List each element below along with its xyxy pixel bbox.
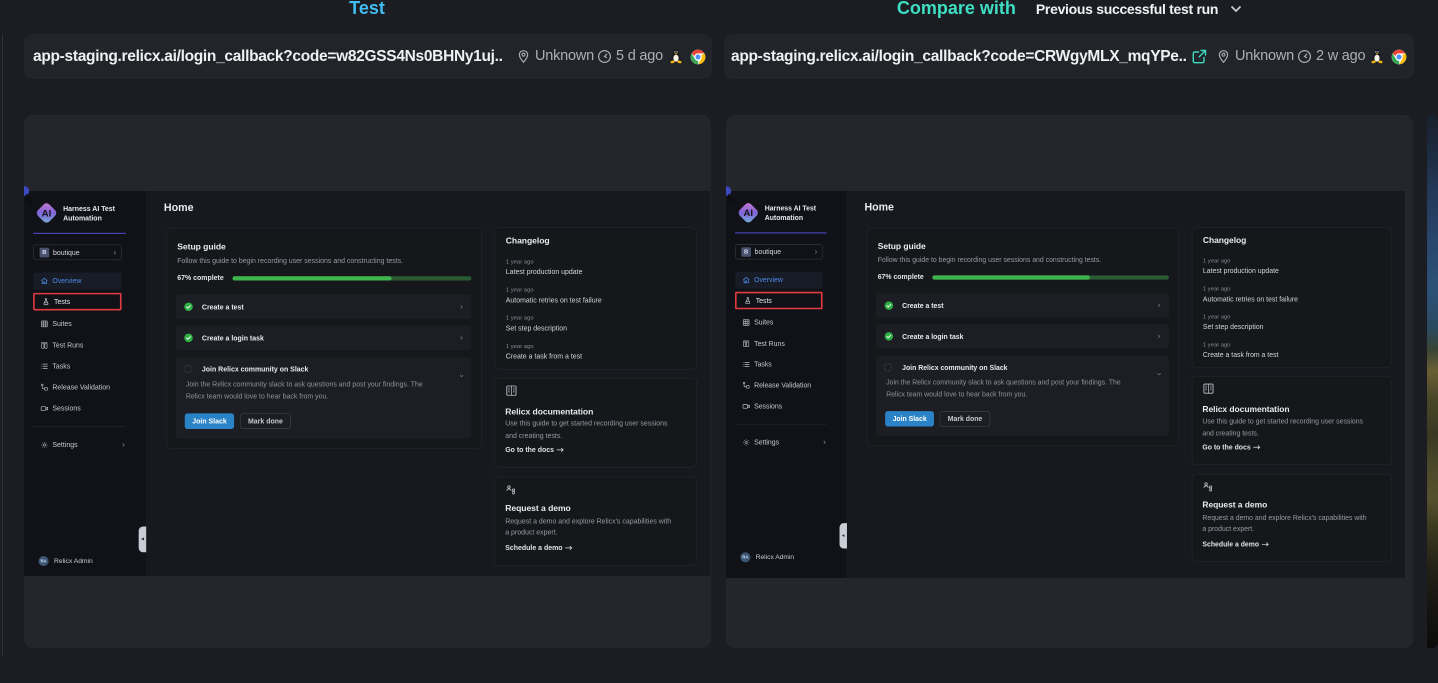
svg-text:AI: AI bbox=[744, 208, 754, 219]
svg-text:AI: AI bbox=[42, 208, 52, 219]
